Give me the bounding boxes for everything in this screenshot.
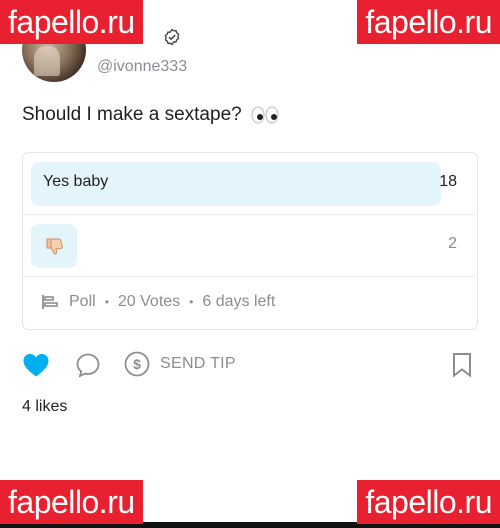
verified-icon	[164, 28, 180, 46]
separator-dot: •	[189, 295, 194, 309]
poll-footer: Poll • 20 Votes • 6 days left	[41, 293, 275, 311]
post-text-content: Should I make a sextape?	[22, 104, 242, 125]
svg-text:$: $	[133, 356, 141, 372]
poll-option-thumbs-down[interactable]: 2	[23, 215, 477, 277]
post-text: Should I make a sextape?	[22, 104, 279, 126]
poll-time-left: 6 days left	[202, 293, 276, 310]
poll-option-count: 2	[448, 235, 457, 252]
watermark-top-left: fapello.ru	[0, 0, 143, 44]
likes-label: likes	[35, 398, 68, 415]
watermark-top-right: fapello.ru	[357, 0, 500, 44]
poll-votes: 20 Votes	[117, 293, 181, 310]
poll-card: Yes baby 18 2 Poll • 20 Votes • 6 days l…	[22, 152, 478, 330]
poll-label: Poll	[69, 293, 96, 310]
dollar-icon: $	[124, 351, 150, 377]
poll-option-label: Yes baby	[43, 173, 109, 190]
send-tip-button[interactable]: $ SEND TIP	[124, 351, 236, 377]
poll-icon	[42, 295, 58, 309]
heart-icon[interactable]	[22, 352, 50, 378]
poll-option-yes[interactable]: Yes baby 18	[23, 153, 477, 215]
likes-count: 4 likes	[22, 398, 67, 416]
bookmark-icon[interactable]	[451, 352, 473, 378]
thumbs-down-icon	[46, 238, 63, 255]
send-tip-label: SEND TIP	[160, 355, 236, 372]
poll-option-count: 18	[439, 173, 457, 190]
watermark-bottom-left: fapello.ru	[0, 480, 143, 524]
likes-number: 4	[22, 398, 31, 415]
comment-icon[interactable]	[75, 352, 101, 378]
username-handle[interactable]: @ivonne333	[97, 58, 187, 76]
separator-dot: •	[104, 295, 109, 309]
eyes-emoji-icon	[251, 106, 279, 124]
watermark-bottom-right: fapello.ru	[357, 480, 500, 524]
